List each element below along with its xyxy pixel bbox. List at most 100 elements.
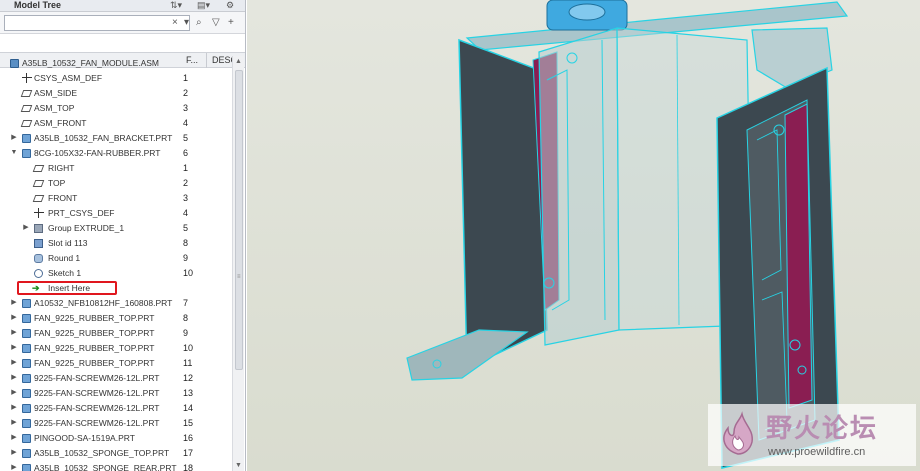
fan-hub[interactable] <box>546 0 628 31</box>
feature-number: 2 <box>183 88 189 98</box>
expand-arrow-icon[interactable]: ▶ <box>10 356 18 370</box>
tree-scrollbar[interactable]: ▲ ≡ ▼ <box>232 56 244 471</box>
tree-row[interactable]: ▶ A10532_NFB10812HF_160808.PRT 7 <box>0 296 232 311</box>
expand-arrow-icon[interactable]: ▶ <box>22 221 30 235</box>
round-icon <box>34 254 43 263</box>
tree-row-label: FAN_9225_RUBBER_TOP.PRT <box>34 328 155 338</box>
clear-search-icon[interactable]: × <box>172 17 178 29</box>
scroll-thumb[interactable] <box>235 70 243 370</box>
feature-number: 18 <box>183 463 194 471</box>
tree-row[interactable]: ASM_TOP 3 <box>0 101 232 116</box>
tree-row-label: A10532_NFB10812HF_160808.PRT <box>34 298 173 308</box>
tree-row[interactable]: ▶ 9225-FAN-SCREWM26-12L.PRT 14 <box>0 401 232 416</box>
tree-row[interactable]: ▶ FAN_9225_RUBBER_TOP.PRT 10 <box>0 341 232 356</box>
tree-row[interactable]: ▶ FAN_9225_RUBBER_TOP.PRT 8 <box>0 311 232 326</box>
tree-row[interactable]: FRONT 3 <box>0 191 232 206</box>
tree-row[interactable]: ▶ FAN_9225_RUBBER_TOP.PRT 11 <box>0 356 232 371</box>
tree-row[interactable]: ▶ PINGOOD-SA-1519A.PRT 16 <box>0 431 232 446</box>
collapse-arrow-icon[interactable]: ▼ <box>10 146 18 160</box>
group-icon <box>34 224 43 233</box>
csys-icon <box>22 73 32 83</box>
part-icon <box>22 329 31 338</box>
filter-icon[interactable]: ▽ <box>212 17 220 29</box>
feature-number: 3 <box>183 103 189 113</box>
show-icon[interactable]: ⚙ <box>226 0 234 11</box>
watermark-url: www.proewildfire.cn <box>768 446 866 458</box>
fan-module-model[interactable] <box>247 0 920 471</box>
expand-arrow-icon[interactable]: ▶ <box>10 386 18 400</box>
expand-arrow-icon[interactable]: ▶ <box>10 296 18 310</box>
tree-row-label: ASM_SIDE <box>34 88 77 98</box>
scroll-grip-icon: ≡ <box>237 274 241 280</box>
tree-filters-icon[interactable]: ⇅▾ <box>170 0 182 11</box>
tree-row[interactable]: CSYS_ASM_DEF 1 <box>0 71 232 86</box>
tree-row[interactable]: Round 1 9 <box>0 251 232 266</box>
tree-row[interactable]: TOP 2 <box>0 176 232 191</box>
tree-row[interactable]: RIGHT 1 <box>0 161 232 176</box>
tree-row-label: ASM_TOP <box>34 103 75 113</box>
feature-number: 6 <box>183 148 189 158</box>
tree-row-label: A35LB_10532_SPONGE_REAR.PRT <box>34 463 177 471</box>
expand-arrow-icon[interactable]: ▶ <box>10 371 18 385</box>
tree-row-label: A35LB_10532_FAN_MODULE.ASM <box>22 58 160 68</box>
dropdown-arrow-icon[interactable]: ▾ <box>184 17 189 29</box>
tree-row[interactable]: ASM_SIDE 2 <box>0 86 232 101</box>
tree-row-label: CSYS_ASM_DEF <box>34 73 103 83</box>
part-icon <box>22 449 31 458</box>
tree-row-label: ASM_FRONT <box>34 118 87 128</box>
tree-settings-icon[interactable]: ▤▾ <box>197 0 210 11</box>
expand-arrow-icon[interactable]: ▶ <box>10 446 18 460</box>
part-icon <box>22 344 31 353</box>
feature-number: 8 <box>183 313 189 323</box>
tree-row-label: Round 1 <box>48 253 81 263</box>
graphics-viewport[interactable]: 野火论坛 www.proewildfire.cn <box>247 0 920 471</box>
add-column-icon[interactable]: + <box>228 17 234 29</box>
feature-number: 5 <box>183 133 189 143</box>
feature-number: 7 <box>183 298 189 308</box>
feature-number: 10 <box>183 268 194 278</box>
part-icon <box>22 464 31 471</box>
tree-row[interactable]: ▶ 9225-FAN-SCREWM26-12L.PRT 13 <box>0 386 232 401</box>
tree-row-label: PRT_CSYS_DEF <box>48 208 115 218</box>
expand-arrow-icon[interactable]: ▶ <box>10 461 18 471</box>
scroll-up-arrow-icon[interactable]: ▲ <box>233 56 244 67</box>
feature-number: 2 <box>183 178 189 188</box>
part-icon <box>22 134 31 143</box>
expand-arrow-icon[interactable]: ▶ <box>10 311 18 325</box>
tree-row[interactable]: ▶ A35LB_10532_FAN_BRACKET.PRT 5 <box>0 131 232 146</box>
part-icon <box>22 389 31 398</box>
tree-row-label: 8CG-105X32-FAN-RUBBER.PRT <box>34 148 161 158</box>
assembly-icon <box>10 59 19 68</box>
expand-arrow-icon[interactable]: ▶ <box>10 416 18 430</box>
model-tree-panel: Model Tree ⇅▾ ▤▾ ⚙ × ▾ ⌕ ▽ + F... DESCF … <box>0 0 246 471</box>
expand-arrow-icon[interactable]: ▶ <box>10 341 18 355</box>
left-foot[interactable] <box>406 329 529 381</box>
datum-plane-icon <box>20 90 33 97</box>
expand-arrow-icon[interactable]: ▶ <box>10 326 18 340</box>
expand-arrow-icon[interactable]: ▶ <box>10 401 18 415</box>
part-icon <box>22 149 31 158</box>
feature-number: 4 <box>183 208 189 218</box>
sketch-icon <box>34 269 43 278</box>
tree-row[interactable]: A35LB_10532_FAN_MODULE.ASM <box>0 56 232 71</box>
tree-row[interactable]: ▶ Group EXTRUDE_1 5 <box>0 221 232 236</box>
tree-row[interactable]: ▼ 8CG-105X32-FAN-RUBBER.PRT 6 <box>0 146 232 161</box>
tree-row[interactable]: Sketch 1 10 <box>0 266 232 281</box>
search-input[interactable] <box>4 15 190 31</box>
part-icon <box>22 434 31 443</box>
tree-row[interactable]: PRT_CSYS_DEF 4 <box>0 206 232 221</box>
tree-row-label: 9225-FAN-SCREWM26-12L.PRT <box>34 403 160 413</box>
expand-arrow-icon[interactable]: ▶ <box>10 131 18 145</box>
feature-number: 13 <box>183 388 194 398</box>
tree-row[interactable]: ▶ A35LB_10532_SPONGE_REAR.PRT 18 <box>0 461 232 471</box>
tree-row[interactable]: ▶ 9225-FAN-SCREWM26-12L.PRT 15 <box>0 416 232 431</box>
tree-row[interactable]: ▶ 9225-FAN-SCREWM26-12L.PRT 12 <box>0 371 232 386</box>
expand-arrow-icon[interactable]: ▶ <box>10 431 18 445</box>
tree-row[interactable]: ▶ FAN_9225_RUBBER_TOP.PRT 9 <box>0 326 232 341</box>
scroll-down-arrow-icon[interactable]: ▼ <box>233 460 244 471</box>
find-icon[interactable]: ⌕ <box>196 17 202 29</box>
tree-row[interactable]: ASM_FRONT 4 <box>0 116 232 131</box>
tree-row[interactable]: ▶ A35LB_10532_SPONGE_TOP.PRT 17 <box>0 446 232 461</box>
feature-number: 17 <box>183 448 194 458</box>
tree-row[interactable]: Slot id 113 8 <box>0 236 232 251</box>
